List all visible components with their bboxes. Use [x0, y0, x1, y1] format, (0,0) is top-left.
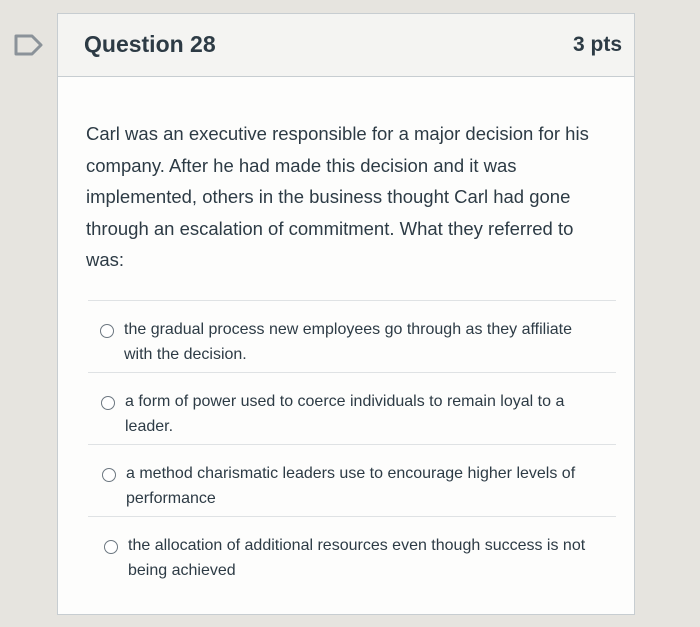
radio-button-icon[interactable] [104, 540, 118, 554]
answer-label[interactable]: the gradual process new employees go thr… [124, 317, 604, 367]
question-title: Question 28 [84, 31, 216, 57]
answer-list: the gradual process new employees go thr… [88, 300, 616, 588]
question-card: Question 28 3 pts Carl was an executive … [57, 13, 635, 615]
answer-label[interactable]: a form of power used to coerce individua… [125, 389, 605, 439]
radio-button-icon[interactable] [101, 396, 115, 410]
answer-label[interactable]: the allocation of additional resources e… [128, 533, 608, 583]
answer-option[interactable]: the allocation of additional resources e… [88, 516, 616, 588]
question-text: Carl was an executive responsible for a … [86, 123, 589, 270]
question-header: Question 28 3 pts [58, 14, 634, 77]
answer-option[interactable]: the gradual process new employees go thr… [88, 300, 616, 372]
radio-button-icon[interactable] [100, 324, 114, 338]
answer-option[interactable]: a form of power used to coerce individua… [88, 372, 616, 444]
answer-option[interactable]: a method charismatic leaders use to enco… [88, 444, 616, 516]
flag-question-icon[interactable] [14, 34, 44, 56]
question-points: 3 pts [572, 33, 622, 56]
answer-label[interactable]: a method charismatic leaders use to enco… [126, 461, 606, 511]
radio-button-icon[interactable] [102, 468, 116, 482]
